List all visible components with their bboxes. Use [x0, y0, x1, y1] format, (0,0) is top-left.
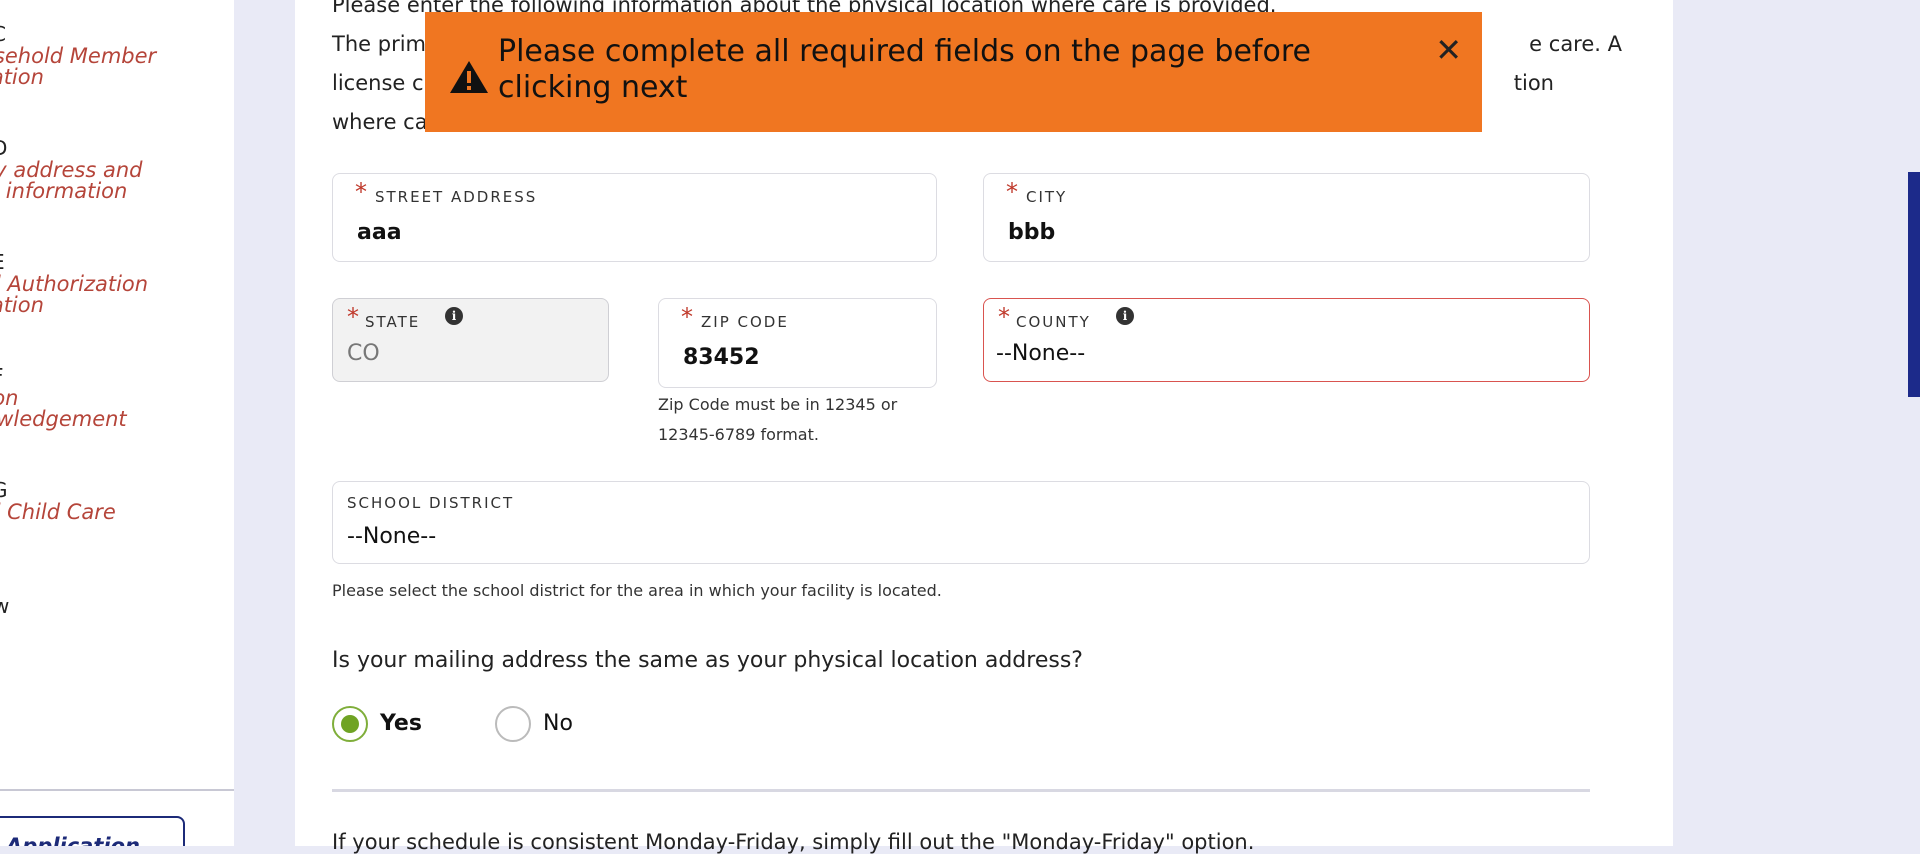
step-title: Facility address and: [0, 158, 143, 182]
zip-code-field[interactable]: * ZIP CODE 83452: [658, 298, 937, 388]
step-title: Household Member: [0, 44, 157, 68]
city-input[interactable]: bbb: [1008, 220, 1055, 245]
info-icon[interactable]: i: [1116, 307, 1134, 325]
zip-code-label: ZIP CODE: [701, 313, 789, 331]
sidebar-step-f[interactable]: F Certification Acknowledgement: [0, 364, 127, 430]
step-title-line2: contacting information: [0, 179, 128, 203]
county-label: COUNTY: [1016, 313, 1091, 331]
state-field: * STATE i CO: [332, 298, 609, 382]
school-district-label: SCHOOL DISTRICT: [347, 494, 515, 512]
mailing-yes-label[interactable]: Yes: [380, 711, 422, 736]
scrollbar-thumb[interactable]: [1908, 172, 1920, 397]
sidebar-step-d[interactable]: D Facility address and contacting inform…: [0, 136, 142, 202]
zip-code-input[interactable]: 83452: [683, 345, 760, 370]
step-letter: Review: [0, 594, 10, 618]
step-letter: G: [0, 478, 116, 502]
step-title-line2: Acknowledgement: [0, 407, 127, 431]
sidebar-step-c[interactable]: C Household Member Information: [0, 22, 156, 88]
sidebar-divider: [0, 789, 234, 791]
required-marker: *: [347, 303, 359, 331]
street-address-field[interactable]: * STREET ADDRESS aaa: [332, 173, 937, 262]
mailing-address-question: Is your mailing address the same as your…: [332, 648, 1083, 673]
sidebar-step-e[interactable]: E Background Authorization Information: [0, 250, 148, 316]
county-value[interactable]: --None--: [996, 341, 1085, 366]
required-marker: *: [998, 303, 1010, 331]
school-district-select[interactable]: SCHOOL DISTRICT --None--: [332, 481, 1590, 564]
step-letter: F: [0, 364, 127, 388]
step-title: Certification: [0, 386, 19, 410]
school-district-value[interactable]: --None--: [347, 524, 436, 549]
zip-code-help: Zip Code must be in 12345 or 12345-6789 …: [658, 395, 898, 444]
step-title: Experienced Child Care: [0, 500, 116, 524]
step-letter: D: [0, 136, 142, 160]
error-toast: Please complete all required fields on t…: [425, 12, 1482, 132]
sidebar-step-g[interactable]: G Experienced Child Care: [0, 478, 116, 523]
county-select[interactable]: * COUNTY i --None--: [983, 298, 1590, 382]
step-title-line2: Information: [0, 65, 44, 89]
sidebar-step-h[interactable]: Review: [0, 594, 9, 618]
required-marker: *: [681, 303, 693, 331]
school-district-help: Please select the school district for th…: [332, 581, 942, 600]
scrollbar-track[interactable]: [1908, 0, 1920, 846]
step-letter: C: [0, 22, 156, 46]
close-icon[interactable]: ✕: [1435, 34, 1462, 66]
step-title-line2: Information: [0, 293, 44, 317]
warning-icon: [450, 61, 488, 93]
required-marker: *: [355, 178, 367, 206]
state-input: CO: [347, 341, 380, 366]
street-address-input[interactable]: aaa: [357, 220, 402, 245]
step-title: Background Authorization: [0, 272, 149, 296]
toast-message: Please complete all required fields on t…: [498, 34, 1311, 105]
city-label: CITY: [1026, 188, 1068, 206]
mailing-yes-radio[interactable]: [332, 706, 368, 742]
section-divider: [332, 789, 1590, 792]
schedule-instructions: If your schedule is consistent Monday-Fr…: [332, 830, 1255, 854]
application-button[interactable]: Application: [0, 816, 185, 846]
mailing-no-radio[interactable]: [495, 706, 531, 742]
street-address-label: STREET ADDRESS: [375, 188, 538, 206]
sidebar: C Household Member Information D Facilit…: [0, 0, 234, 846]
info-icon[interactable]: i: [445, 307, 463, 325]
mailing-no-label[interactable]: No: [543, 711, 573, 736]
required-marker: *: [1006, 178, 1018, 206]
city-field[interactable]: * CITY bbb: [983, 173, 1590, 262]
state-label: STATE: [365, 313, 421, 331]
step-letter: E: [0, 250, 148, 274]
